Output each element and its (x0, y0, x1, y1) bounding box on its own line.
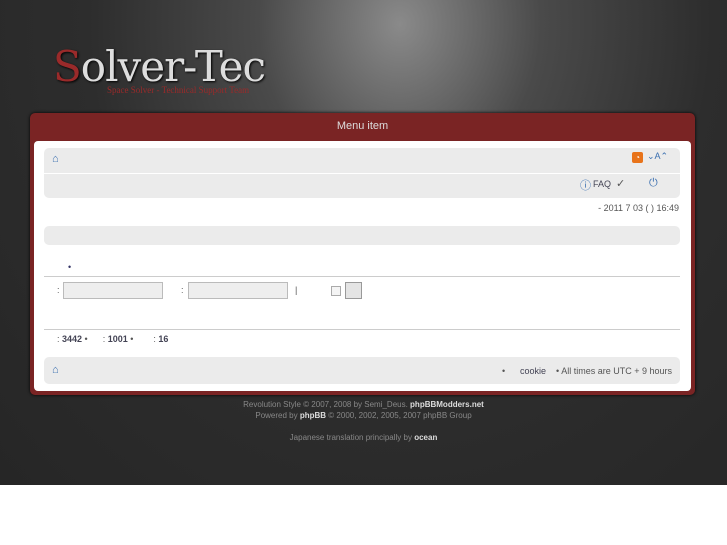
login-icon[interactable]: ⏻ (649, 177, 658, 190)
bullet: • (68, 262, 72, 272)
font-size-icon[interactable]: ⌄A⌃ (647, 151, 668, 162)
delete-cookies-link[interactable]: cookie (520, 366, 546, 376)
tagline: Space Solver - Technical Support Team (107, 85, 250, 95)
stats: : 3442 • : 1001 • : 16 (57, 334, 169, 344)
register-icon[interactable]: ✓ (616, 177, 625, 190)
separator: | (295, 285, 298, 295)
site-logo[interactable]: Solver-Tec (53, 42, 266, 91)
credit-text: © 2000, 2002, 2005, 2007 phpBB Group (328, 411, 472, 420)
phpbb-link[interactable]: phpBB (300, 411, 326, 420)
password-input[interactable] (188, 282, 288, 299)
current-time: - 2011 7 03 ( ) 16:49 (598, 203, 679, 213)
content-panel: ⌂ ◔ ⌄A⌃ ⓘ FAQ ✓ ⏻ - 2011 7 03 ( ) 16:49 … (34, 141, 691, 391)
timezone: • All times are UTC + 9 hours (556, 366, 672, 376)
total-members: 16 (158, 334, 169, 344)
navbar: ⌂ ◔ ⌄A⌃ ⓘ FAQ ✓ ⏻ (44, 148, 680, 198)
login-button[interactable] (345, 282, 362, 299)
credit-text: Powered by (255, 411, 298, 420)
credit-text: Japanese translation principally by (289, 433, 412, 442)
rss-icon[interactable]: ◔ (632, 152, 643, 163)
username-label: : (57, 285, 60, 295)
credits: Revolution Style © 2007, 2008 by Semi_De… (0, 399, 727, 443)
home-icon[interactable]: ⌂ (52, 153, 59, 165)
total-posts: 3442 (62, 334, 83, 344)
username-input[interactable] (63, 282, 163, 299)
home-icon[interactable]: ⌂ (52, 364, 59, 376)
ocean-link[interactable]: ocean (414, 433, 437, 442)
faq-link[interactable]: FAQ (593, 179, 611, 189)
main-frame: Menu item ⌂ ◔ ⌄A⌃ ⓘ FAQ ✓ ⏻ - 2011 7 03 … (30, 113, 695, 395)
footer-bar: ⌂ • cookie • All times are UTC + 9 hours (44, 357, 680, 384)
phpbbmodders-link[interactable]: phpBBModders.net (410, 400, 484, 409)
autologin-checkbox[interactable] (331, 286, 341, 296)
total-topics: 1001 (107, 334, 128, 344)
faq-icon: ⓘ (580, 180, 591, 192)
credit-text: Revolution Style © 2007, 2008 by Semi_De… (243, 400, 408, 409)
menu-title: Menu item (336, 120, 389, 132)
divider (44, 329, 680, 330)
info-bar (44, 226, 680, 245)
password-label: : (181, 285, 184, 295)
divider (44, 276, 680, 277)
